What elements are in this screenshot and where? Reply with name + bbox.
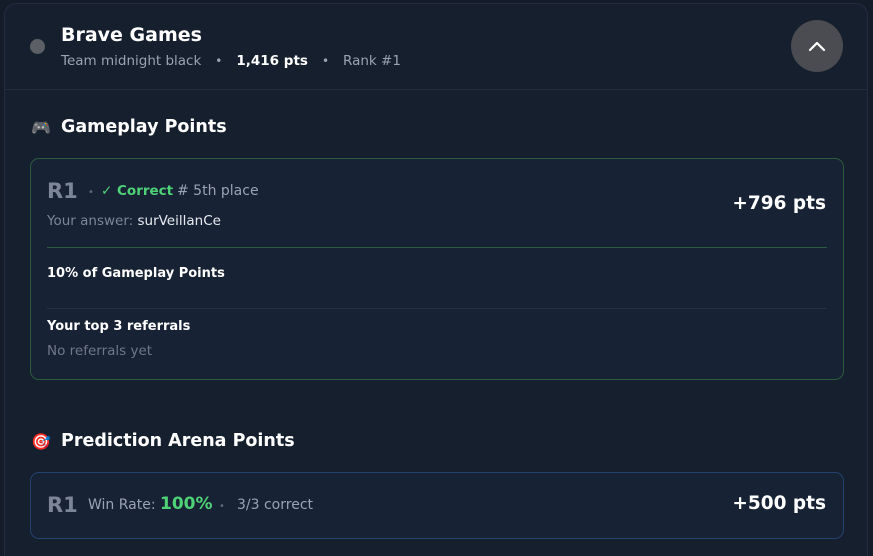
gameplay-section-title: 🎮 Gameplay Points: [31, 117, 227, 137]
referrals-empty: No referrals yet: [47, 343, 153, 359]
game-controller-icon: 🎮: [31, 117, 51, 137]
divider: [47, 308, 827, 309]
prediction-points: +500 pts: [732, 493, 826, 514]
chevron-up-icon: [808, 41, 826, 52]
referral-share-label: 10% of Gameplay Points: [47, 266, 225, 281]
win-rate-value: 100%: [160, 494, 213, 514]
meta-separator: •: [215, 54, 223, 68]
collapse-button[interactable]: [791, 20, 843, 72]
team-points-panel: Brave Games Team midnight black • 1,416 …: [4, 3, 868, 556]
team-name: Brave Games: [61, 24, 202, 46]
gameplay-card: R1 • ✓ Correct # 5th place Your answer: …: [30, 158, 844, 380]
team-points: 1,416 pts: [236, 53, 308, 69]
divider: [47, 247, 827, 248]
status-separator: •: [88, 187, 94, 198]
answer-value: surVeillanCe: [137, 213, 221, 229]
stat-separator: •: [219, 501, 225, 512]
referrals-title: Your top 3 referrals: [47, 319, 191, 334]
prediction-title: Prediction Arena Points: [61, 431, 295, 451]
prediction-card: R1 Win Rate: 100% • 3/3 correct +500 pts: [30, 472, 844, 539]
team-rank: Rank #1: [343, 53, 401, 69]
place-badge: # 5th place: [177, 183, 259, 199]
team-subtitle: Team midnight black: [61, 53, 202, 69]
gameplay-points: +796 pts: [732, 193, 826, 214]
team-header[interactable]: Brave Games Team midnight black • 1,416 …: [5, 4, 867, 90]
prediction-section-title: 🎯 Prediction Arena Points: [31, 431, 295, 451]
correct-status: ✓ Correct: [101, 183, 174, 199]
win-rate-label: Win Rate:: [88, 497, 156, 513]
target-icon: 🎯: [31, 431, 51, 451]
team-meta: Team midnight black • 1,416 pts • Rank #…: [61, 53, 401, 69]
answer-label: Your answer:: [47, 213, 134, 229]
meta-separator: •: [321, 54, 330, 68]
answer-line: Your answer: surVeillanCe: [47, 213, 221, 229]
gameplay-title: Gameplay Points: [61, 117, 227, 137]
correct-count: 3/3 correct: [237, 497, 314, 513]
team-color-dot: [30, 39, 45, 54]
round-label: R1: [47, 493, 78, 517]
round-label: R1: [47, 179, 78, 203]
